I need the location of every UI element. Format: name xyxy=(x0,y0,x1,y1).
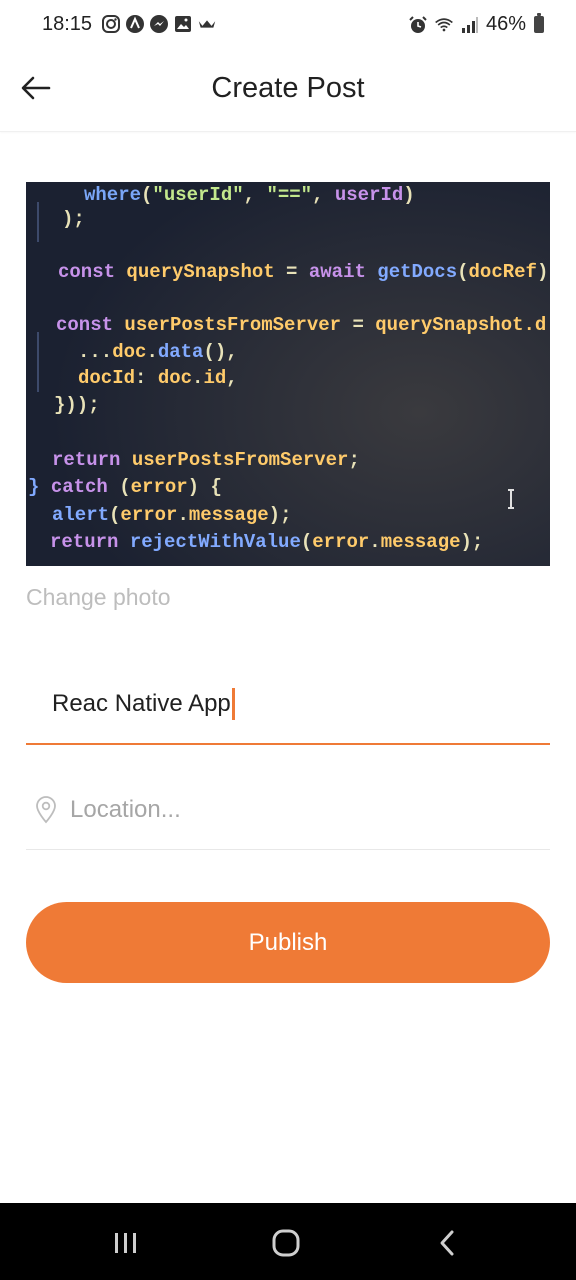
map-pin-icon xyxy=(36,796,56,824)
change-photo-link[interactable]: Change photo xyxy=(26,584,171,611)
page-title: Create Post xyxy=(211,72,365,104)
svg-text:const userPostsFromServer = qu: const userPostsFromServer = querySnapsho… xyxy=(56,314,546,336)
system-nav-bar xyxy=(0,1203,576,1280)
publish-button[interactable]: Publish xyxy=(26,902,550,983)
crown-icon xyxy=(197,14,217,34)
location-field[interactable] xyxy=(26,772,550,850)
text-cursor xyxy=(231,688,235,720)
svg-text:...doc.data(),: ...doc.data(), xyxy=(78,341,238,363)
alarm-icon xyxy=(408,15,428,35)
home-icon xyxy=(272,1229,300,1257)
system-status: 46% xyxy=(408,13,544,36)
svg-text:return rejectWithValue(error.m: return rejectWithValue(error.message); xyxy=(50,531,483,553)
signal-icon xyxy=(460,15,480,35)
location-input[interactable] xyxy=(70,796,530,824)
battery-percent: 46% xyxy=(485,13,526,35)
svg-text:docId: doc.id,: docId: doc.id, xyxy=(78,367,238,389)
status-time: 18:15 xyxy=(42,13,93,35)
post-title-input[interactable]: Reac Native App xyxy=(52,688,235,720)
app-icon xyxy=(125,14,145,34)
recents-button[interactable] xyxy=(106,1223,146,1263)
svg-text:} catch (error) {: } catch (error) { xyxy=(28,476,222,498)
back-icon xyxy=(440,1230,454,1256)
app-header: Create Post xyxy=(0,52,576,132)
instagram-icon xyxy=(101,14,121,34)
svg-text:const querySnapshot = await ge: const querySnapshot = await getDocs(docR… xyxy=(58,261,548,283)
nav-back-button[interactable] xyxy=(428,1223,468,1263)
post-title-text: Reac Native App xyxy=(52,690,231,717)
svg-text:where("userId", "==", userId): where("userId", "==", userId) xyxy=(84,184,415,206)
battery-icon xyxy=(534,13,544,33)
status-bar: 18:15 46% xyxy=(0,0,576,52)
messenger-icon xyxy=(149,14,169,34)
svg-text:);: ); xyxy=(62,208,85,230)
home-button[interactable] xyxy=(266,1223,306,1263)
svg-text:alert(error.message);: alert(error.message); xyxy=(52,504,291,526)
gallery-icon xyxy=(173,14,193,34)
wifi-icon xyxy=(434,15,454,35)
recents-icon xyxy=(115,1233,136,1253)
notification-icons xyxy=(101,14,217,34)
svg-text:}));: })); xyxy=(54,394,100,416)
post-title-field[interactable]: Reac Native App xyxy=(26,666,550,745)
post-photo[interactable]: where("userId", "==", userId) ); const q… xyxy=(26,182,550,566)
svg-text:return userPostsFromServer;: return userPostsFromServer; xyxy=(52,449,360,471)
